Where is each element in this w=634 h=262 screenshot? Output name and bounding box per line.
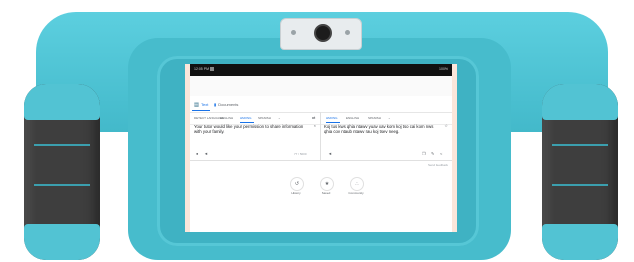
left-grip-bottom-cap	[24, 224, 100, 260]
source-lang-spanish[interactable]: SPANISH	[258, 116, 271, 120]
community-icon: ∴	[350, 177, 364, 191]
star-icon[interactable]: ☆	[444, 124, 448, 128]
speaker-icon[interactable]: ◄	[204, 152, 208, 156]
sensor-icon	[345, 30, 350, 35]
pane-divider	[320, 112, 321, 160]
tab-text[interactable]: 🔤 Text	[194, 100, 208, 108]
history-icon: ↺	[290, 177, 304, 191]
status-bar: 12:05 PM 100%	[190, 64, 452, 76]
left-grip-groove	[34, 144, 90, 146]
source-lang-hmong[interactable]: HMONG	[240, 116, 252, 120]
notification-icon	[210, 67, 214, 71]
saved-action[interactable]: ★ Saved	[313, 177, 339, 195]
sensor-icon	[291, 30, 296, 35]
camera-icon	[314, 24, 332, 42]
send-feedback-link[interactable]: Send feedback	[428, 163, 448, 167]
left-grip-top-cap	[24, 84, 100, 120]
clear-icon[interactable]: ×	[314, 124, 316, 128]
left-grip-groove	[34, 184, 90, 186]
translate-app: 12:05 PM 100% 🔤 Text ▮ Documents DETECT …	[190, 64, 452, 232]
source-text: Your tutor would like your permission to…	[194, 124, 304, 135]
community-label: Community	[348, 191, 364, 195]
target-lang-indicator	[326, 122, 340, 123]
right-grip-bottom-cap	[542, 224, 618, 260]
source-lang-indicator	[240, 122, 254, 123]
translated-text: Koj tus kws qhia ntawv yuav xav kom koj …	[324, 124, 434, 135]
document-icon: ▮	[214, 101, 217, 107]
swap-icon[interactable]: ⇄	[312, 115, 315, 120]
star-icon: ★	[320, 177, 334, 191]
share-icon[interactable]: <	[440, 152, 442, 156]
target-lang-more-icon[interactable]: ⌄	[388, 116, 391, 120]
target-lang-hmong[interactable]: HMONG	[326, 116, 338, 120]
community-action[interactable]: ∴ Community	[343, 177, 369, 195]
right-grip-groove	[552, 144, 608, 146]
tab-text-label: Text	[200, 101, 209, 107]
right-grip	[542, 84, 618, 260]
translation-output: Koj tus kws qhia ntawv yuav xav kom koj …	[324, 124, 448, 158]
edit-icon[interactable]: ✎	[431, 152, 434, 156]
history-action[interactable]: ↺ History	[283, 177, 309, 195]
camera-housing	[280, 18, 362, 50]
target-lang-spanish[interactable]: SPANISH	[368, 116, 381, 120]
tablet-screen: 12:05 PM 100% 🔤 Text ▮ Documents DETECT …	[185, 64, 457, 232]
results-divider	[190, 160, 452, 161]
source-lang-english[interactable]: ENGLISH	[220, 116, 233, 120]
tab-documents-label: Documents	[218, 101, 239, 107]
active-tab-indicator	[192, 110, 210, 111]
right-grip-top-cap	[542, 84, 618, 120]
microphone-icon[interactable]: ●	[196, 152, 198, 156]
battery-status: 100%	[439, 67, 448, 71]
translate-icon: 🔤	[194, 101, 199, 107]
source-lang-more-icon[interactable]: ⌄	[278, 116, 281, 120]
copy-icon[interactable]: ❐	[422, 152, 426, 156]
right-grip-groove	[552, 184, 608, 186]
mode-tabs: 🔤 Text ▮ Documents	[190, 96, 452, 113]
tab-documents[interactable]: ▮ Documents	[214, 100, 238, 108]
character-counter: 77 / 5000	[294, 152, 307, 156]
app-bar	[190, 76, 452, 96]
listen-translation-icon[interactable]: ◄	[328, 152, 332, 156]
saved-label: Saved	[321, 191, 331, 195]
status-time: 12:05 PM	[194, 67, 209, 71]
history-label: History	[291, 191, 301, 195]
target-lang-english[interactable]: ENGLISH	[346, 116, 359, 120]
left-grip	[24, 84, 100, 260]
